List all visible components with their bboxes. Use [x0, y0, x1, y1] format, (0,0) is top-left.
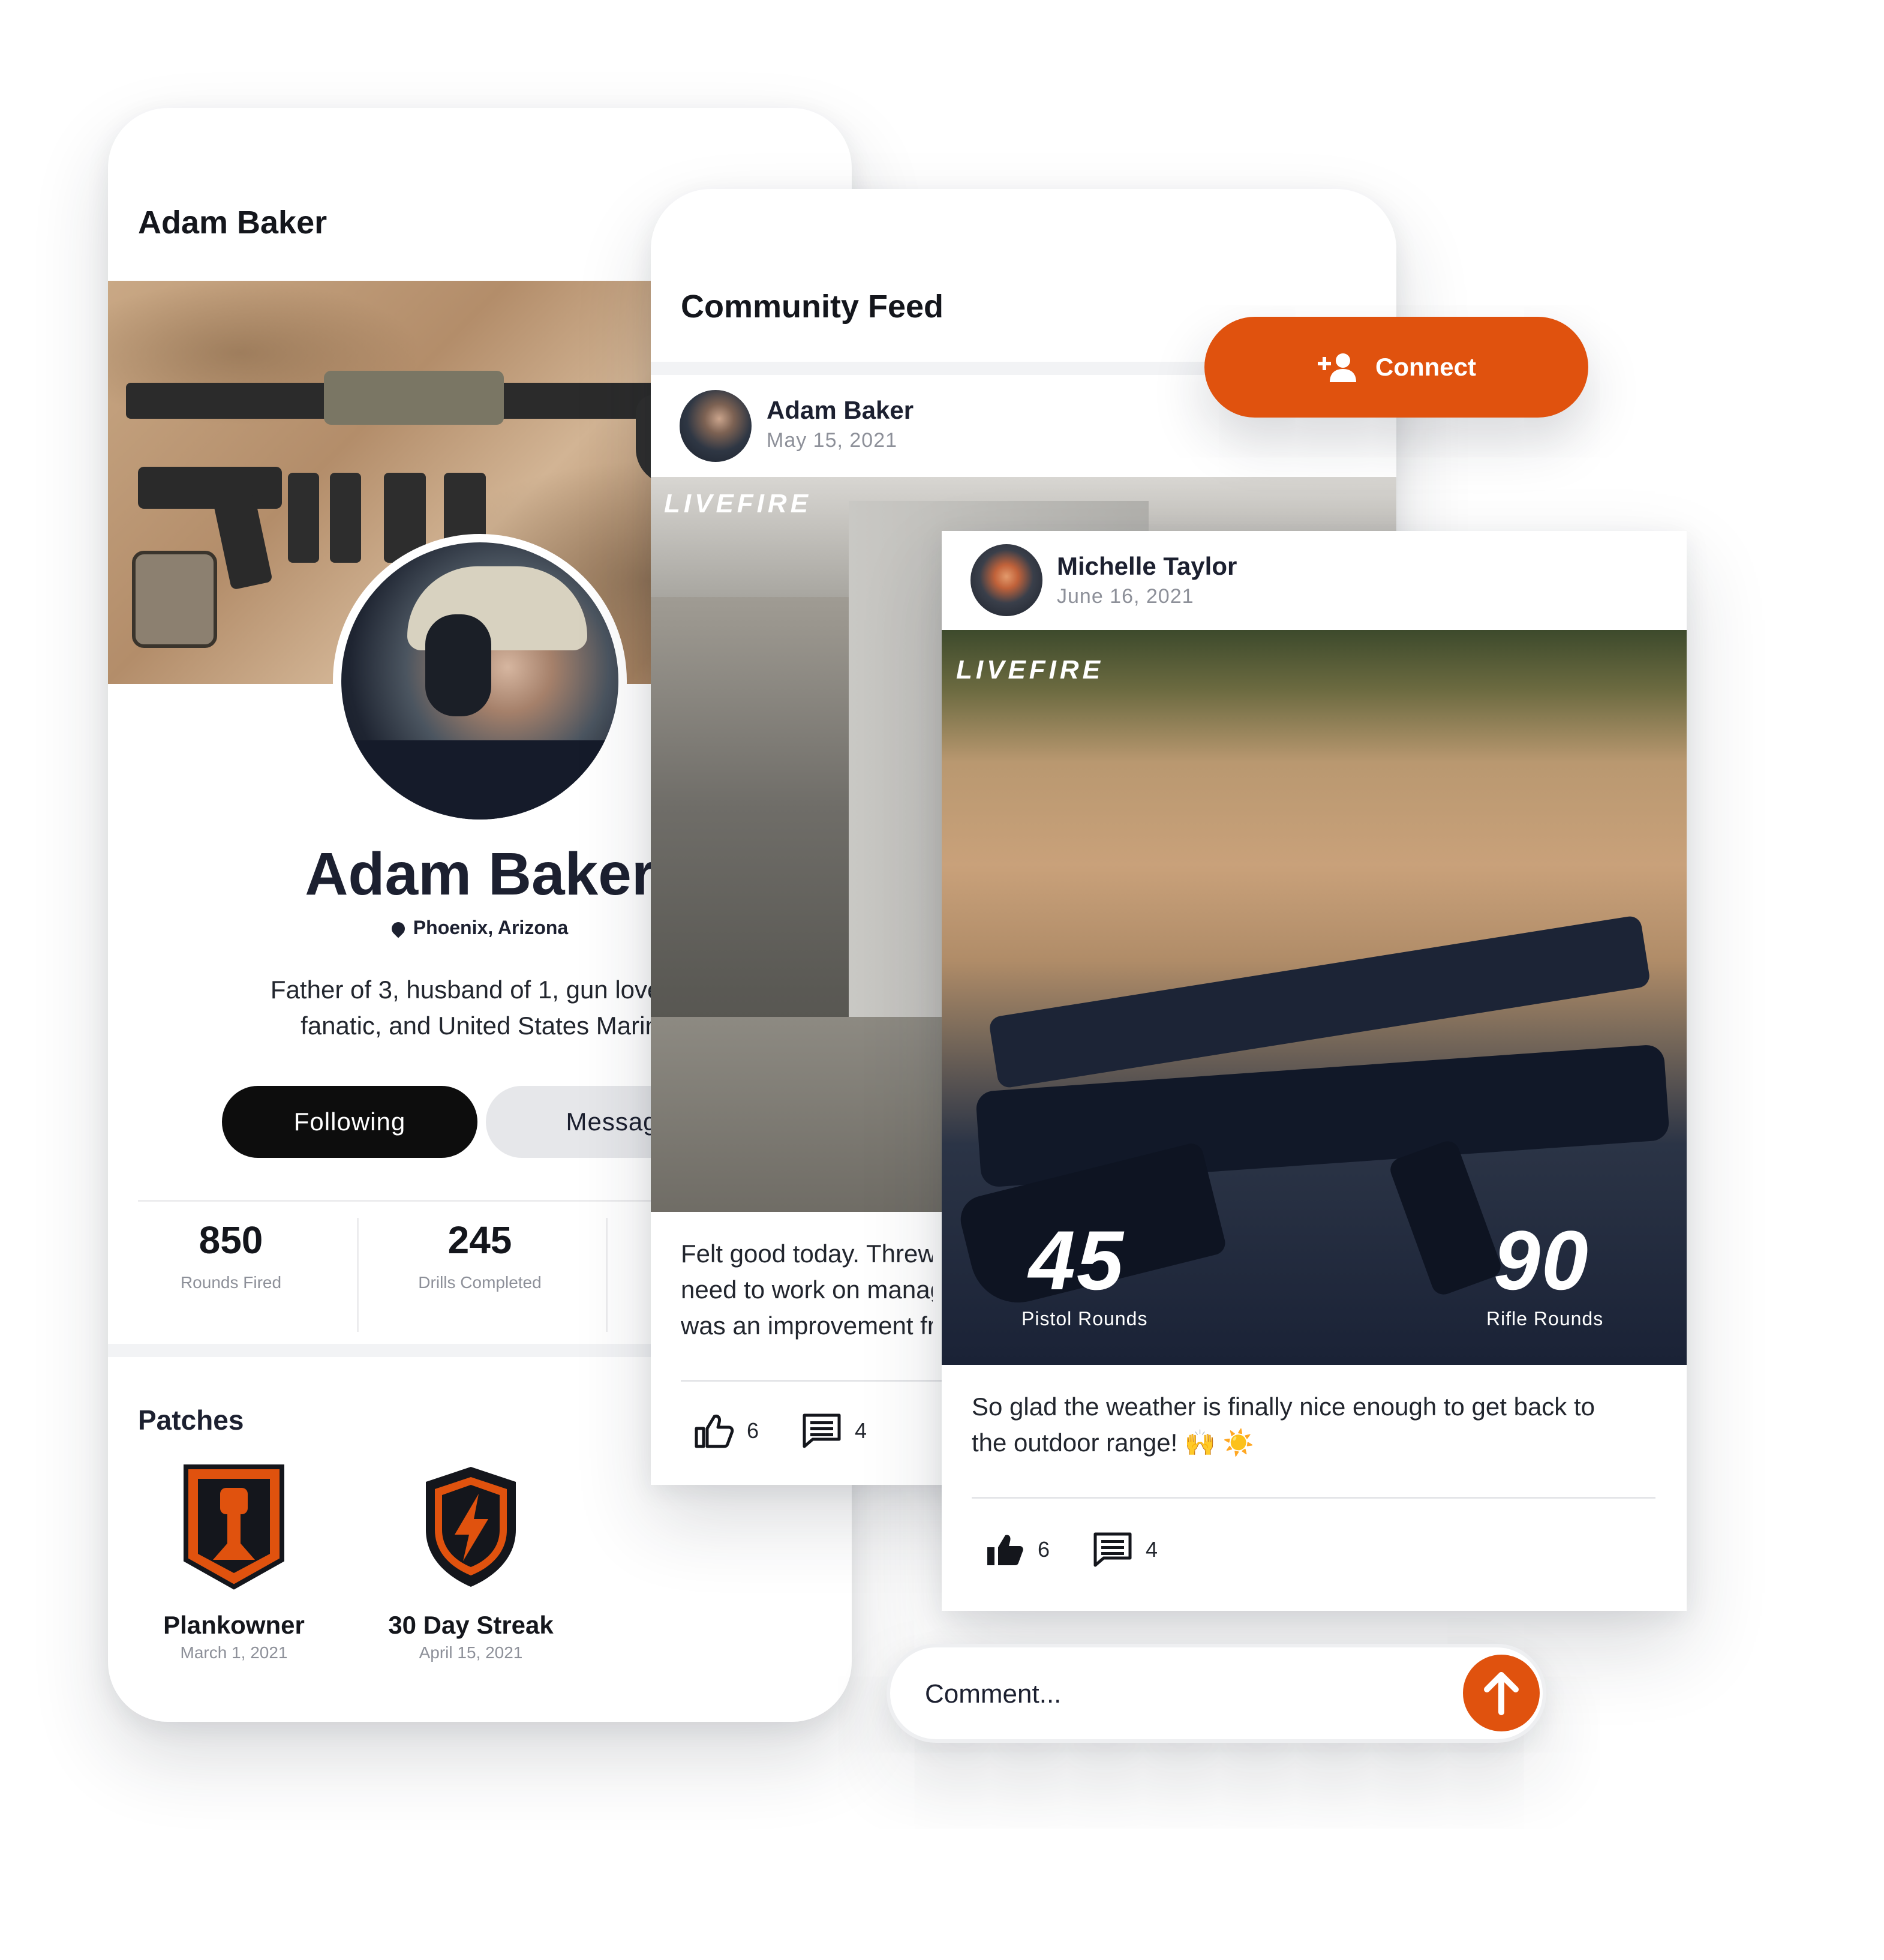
rifle-rounds-value: 90: [1494, 1213, 1589, 1307]
comment-bar: [887, 1644, 1546, 1743]
following-button[interactable]: Following: [222, 1086, 477, 1158]
post-author-avatar[interactable]: [970, 544, 1042, 616]
livefire-logo: LIVEFIRE: [956, 655, 1104, 685]
comment-icon[interactable]: [1092, 1532, 1134, 1568]
comment-count: 4: [1146, 1537, 1158, 1562]
post-actions: 6 4: [693, 1413, 909, 1449]
post-text: So glad the weather is finally nice enou…: [972, 1389, 1655, 1461]
lightning-shield-icon: [426, 1467, 516, 1587]
like-count: 6: [1038, 1537, 1050, 1562]
connect-label: Connect: [1375, 353, 1476, 381]
stat-rounds-fired: 850 Rounds Fired: [108, 1218, 354, 1292]
feed-title: Community Feed: [681, 289, 944, 325]
post-divider: [972, 1497, 1655, 1499]
thumbs-up-filled-icon[interactable]: [984, 1532, 1026, 1568]
patch-plankowner[interactable]: Plankowner March 1, 2021: [108, 1464, 360, 1662]
connect-button[interactable]: Connect: [1204, 317, 1588, 418]
post-text-line: Felt good today. Threw: [681, 1239, 933, 1268]
post-author-avatar[interactable]: [680, 390, 752, 462]
stat-drills-completed: 245 Drills Completed: [357, 1218, 603, 1292]
comment-input[interactable]: [924, 1647, 1418, 1740]
profile-header-title: Adam Baker: [138, 205, 327, 241]
arrow-up-icon: [1484, 1672, 1519, 1715]
post-text-line: need to work on manag: [681, 1275, 933, 1304]
michelle-post-card: Michelle Taylor June 16, 2021 LIVEFIRE 4…: [942, 531, 1687, 1611]
post-author-name[interactable]: Adam Baker: [767, 396, 914, 425]
patch-name: Plankowner: [163, 1611, 305, 1639]
rifle-rounds-label: Rifle Rounds: [1486, 1308, 1604, 1329]
stat-label: Rounds Fired: [180, 1273, 282, 1292]
post-actions: 6 4: [984, 1532, 1200, 1568]
pistol-rounds-value: 45: [1029, 1213, 1125, 1307]
post-text-line: was an improvement fr: [681, 1311, 933, 1340]
post-text: Felt good today. Threw need to work on m…: [681, 1236, 933, 1344]
stat-separator: [606, 1218, 608, 1332]
add-user-icon: [1318, 353, 1356, 382]
profile-avatar: [333, 534, 627, 828]
patch-name: 30 Day Streak: [388, 1611, 554, 1639]
fist-patch-icon: [184, 1464, 284, 1590]
post-date: May 15, 2021: [767, 429, 898, 452]
patch-date: April 15, 2021: [419, 1643, 523, 1662]
post-text-line: So glad the weather is finally nice enou…: [972, 1392, 1595, 1421]
like-count: 6: [747, 1418, 759, 1443]
send-comment-button[interactable]: [1463, 1655, 1540, 1731]
pistol-rounds-label: Pistol Rounds: [1021, 1308, 1148, 1329]
patch-date: March 1, 2021: [180, 1643, 288, 1662]
stat-value: 245: [447, 1218, 512, 1262]
location-pin-icon: [389, 919, 408, 938]
post-photo: LIVEFIRE 45 Pistol Rounds 90 Rifle Round…: [942, 630, 1687, 1365]
thumbs-up-outline-icon[interactable]: [693, 1413, 735, 1449]
patch-30-day-streak[interactable]: 30 Day Streak April 15, 2021: [345, 1464, 597, 1662]
livefire-logo: LIVEFIRE: [664, 489, 812, 518]
profile-location-text: Phoenix, Arizona: [413, 917, 569, 938]
patches-title: Patches: [138, 1404, 244, 1436]
stat-label: Drills Completed: [418, 1273, 542, 1292]
comment-count: 4: [855, 1418, 867, 1443]
stat-value: 850: [199, 1218, 263, 1262]
post-text-line: the outdoor range! 🙌 ☀️: [972, 1428, 1255, 1457]
post-date: June 16, 2021: [1057, 585, 1194, 608]
post-author-name[interactable]: Michelle Taylor: [1057, 552, 1237, 581]
comment-icon[interactable]: [801, 1413, 843, 1449]
